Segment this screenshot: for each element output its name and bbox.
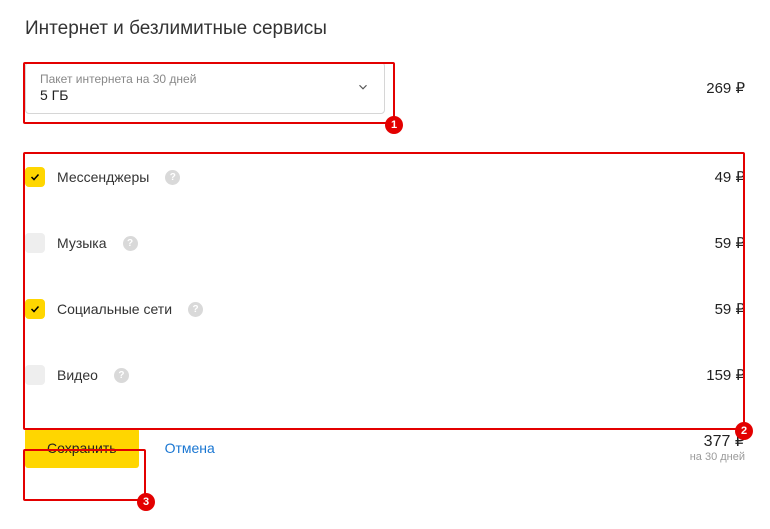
total-period: на 30 дней bbox=[690, 451, 745, 464]
package-row: Пакет интернета на 30 дней 5 ГБ 269 ₽ bbox=[25, 62, 745, 114]
service-label: Музыка bbox=[57, 235, 107, 251]
checkbox-social[interactable] bbox=[25, 299, 45, 319]
service-row: Музыка ? 59 ₽ bbox=[25, 210, 745, 276]
package-dropdown[interactable]: Пакет интернета на 30 дней 5 ГБ bbox=[25, 62, 385, 114]
help-icon[interactable]: ? bbox=[114, 368, 129, 383]
checkbox-music[interactable] bbox=[25, 233, 45, 253]
service-label: Социальные сети bbox=[57, 301, 172, 317]
checkbox-messengers[interactable] bbox=[25, 167, 45, 187]
service-price: 59 ₽ bbox=[715, 234, 745, 252]
service-price: 59 ₽ bbox=[715, 300, 745, 318]
help-icon[interactable]: ? bbox=[188, 302, 203, 317]
total-price: 377 ₽ bbox=[690, 432, 745, 451]
footer: Сохранить Отмена 377 ₽ на 30 дней bbox=[25, 428, 745, 468]
service-row: Мессенджеры ? 49 ₽ bbox=[25, 144, 745, 210]
chevron-down-icon bbox=[356, 80, 370, 97]
package-dropdown-label: Пакет интернета на 30 дней bbox=[40, 72, 196, 87]
service-label: Видео bbox=[57, 367, 98, 383]
cancel-link[interactable]: Отмена bbox=[165, 440, 215, 456]
services-list: Мессенджеры ? 49 ₽ Музыка ? 59 ₽ Социаль… bbox=[25, 144, 745, 408]
page-title: Интернет и безлимитные сервисы bbox=[25, 18, 745, 40]
package-price: 269 ₽ bbox=[706, 79, 745, 97]
annotation-badge-3: 3 bbox=[137, 493, 155, 511]
save-button[interactable]: Сохранить bbox=[25, 428, 139, 468]
service-price: 49 ₽ bbox=[715, 168, 745, 186]
help-icon[interactable]: ? bbox=[165, 170, 180, 185]
package-dropdown-value: 5 ГБ bbox=[40, 87, 196, 105]
service-row: Социальные сети ? 59 ₽ bbox=[25, 276, 745, 342]
service-label: Мессенджеры bbox=[57, 169, 149, 185]
checkbox-video[interactable] bbox=[25, 365, 45, 385]
help-icon[interactable]: ? bbox=[123, 236, 138, 251]
service-price: 159 ₽ bbox=[706, 366, 745, 384]
annotation-badge-1: 1 bbox=[385, 116, 403, 134]
service-row: Видео ? 159 ₽ bbox=[25, 342, 745, 408]
